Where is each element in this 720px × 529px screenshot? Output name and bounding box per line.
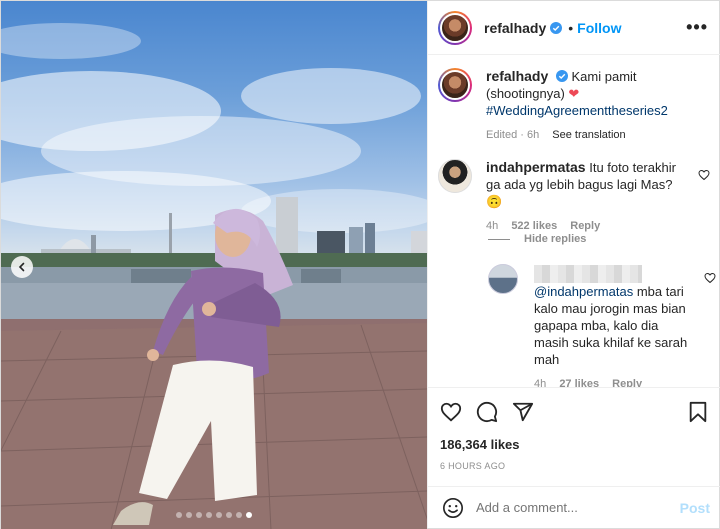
carousel-dot — [226, 512, 232, 518]
emoji-button[interactable] — [442, 497, 464, 519]
redacted-username — [534, 264, 642, 283]
chevron-left-icon — [18, 262, 25, 272]
carousel-dot — [196, 512, 202, 518]
like-count[interactable]: 186,364 likes — [440, 437, 708, 452]
upside-down-face-emoji: 🙃 — [486, 194, 503, 209]
comments-list[interactable]: refalhady Kami pamit (shootingnya) ❤ #We… — [428, 56, 720, 387]
bookmark-icon — [689, 401, 707, 423]
comment-button[interactable] — [476, 401, 498, 423]
reply-author-avatar[interactable] — [488, 264, 518, 294]
author-username[interactable]: refalhady — [484, 20, 546, 36]
reply-reply-button[interactable]: Reply — [612, 378, 642, 387]
hide-replies-label: Hide replies — [524, 233, 587, 245]
hide-replies-button[interactable]: Hide replies — [488, 233, 586, 245]
comment-input[interactable] — [476, 500, 680, 515]
carousel-dot — [206, 512, 212, 518]
reply-comment: @indahpermatas mba tari kalo mau jorogin… — [488, 264, 716, 387]
separator-dot: • — [568, 19, 574, 36]
caption: refalhady Kami pamit (shootingnya) ❤ #We… — [438, 68, 710, 148]
instagram-post-modal: refalhady • Follow ••• refalhady Kami pa… — [0, 0, 720, 529]
carousel-dot — [186, 512, 192, 518]
reply-likes[interactable]: 27 likes — [559, 378, 599, 387]
heart-icon[interactable] — [698, 169, 710, 181]
more-options-button[interactable]: ••• — [686, 17, 708, 38]
commenter-avatar[interactable] — [438, 159, 472, 193]
post-photo[interactable] — [1, 1, 427, 529]
comment-time: 4h — [486, 220, 499, 232]
caption-edited-time: Edited · 6h — [486, 129, 540, 141]
verified-badge-icon — [550, 21, 563, 34]
add-comment-bar: Post — [428, 486, 720, 528]
comment-icon — [476, 401, 498, 423]
save-button[interactable] — [688, 401, 708, 423]
reply-meta: 4h 27 likes Reply — [534, 376, 690, 387]
share-button[interactable] — [512, 401, 534, 423]
comment-body: indahpermatas Itu foto terakhir ga ada y… — [486, 159, 692, 235]
heart-icon[interactable] — [704, 272, 716, 284]
caption-author-username[interactable]: refalhady — [486, 68, 548, 84]
carousel-indicator — [1, 512, 427, 518]
post-header: refalhady • Follow ••• — [428, 1, 720, 55]
verified-badge-icon — [555, 70, 568, 82]
comment-likes[interactable]: 522 likes — [511, 220, 557, 232]
divider-line — [488, 238, 510, 240]
photo-scene — [1, 23, 427, 529]
caption-meta: Edited · 6h See translation — [486, 127, 692, 144]
caption-body: refalhady Kami pamit (shootingnya) ❤ #We… — [486, 68, 692, 144]
heart-icon — [440, 402, 462, 422]
reply-mention[interactable]: @indahpermatas — [534, 284, 633, 299]
like-button[interactable] — [440, 401, 462, 423]
share-icon — [512, 402, 534, 422]
carousel-dot — [246, 512, 252, 518]
action-bar — [440, 400, 708, 424]
previous-photo-button[interactable] — [11, 256, 33, 278]
caption-hashtag[interactable]: #WeddingAgreementtheseries2 — [486, 103, 668, 118]
reply-time: 4h — [534, 377, 547, 387]
carousel-dot — [216, 512, 222, 518]
post-comment-button[interactable]: Post — [680, 500, 710, 516]
carousel-dot — [236, 512, 242, 518]
post-details-panel: refalhady • Follow ••• refalhady Kami pa… — [427, 1, 720, 528]
post-time: 6 HOURS AGO — [440, 461, 506, 471]
see-translation-link[interactable]: See translation — [552, 129, 625, 141]
reply-body: @indahpermatas mba tari kalo mau jorogin… — [534, 264, 690, 387]
carousel-dot — [176, 512, 182, 518]
reply-button[interactable]: Reply — [570, 220, 600, 232]
emoji-icon — [443, 497, 463, 518]
red-heart-emoji: ❤ — [568, 86, 580, 101]
follow-button[interactable]: Follow — [577, 20, 621, 36]
commenter-username[interactable]: indahpermatas — [486, 159, 586, 175]
post-actions: 186,364 likes 6 HOURS AGO — [428, 387, 720, 471]
comment: indahpermatas Itu foto terakhir ga ada y… — [438, 159, 710, 232]
caption-author-avatar[interactable] — [438, 68, 472, 102]
author-avatar[interactable] — [438, 10, 472, 45]
